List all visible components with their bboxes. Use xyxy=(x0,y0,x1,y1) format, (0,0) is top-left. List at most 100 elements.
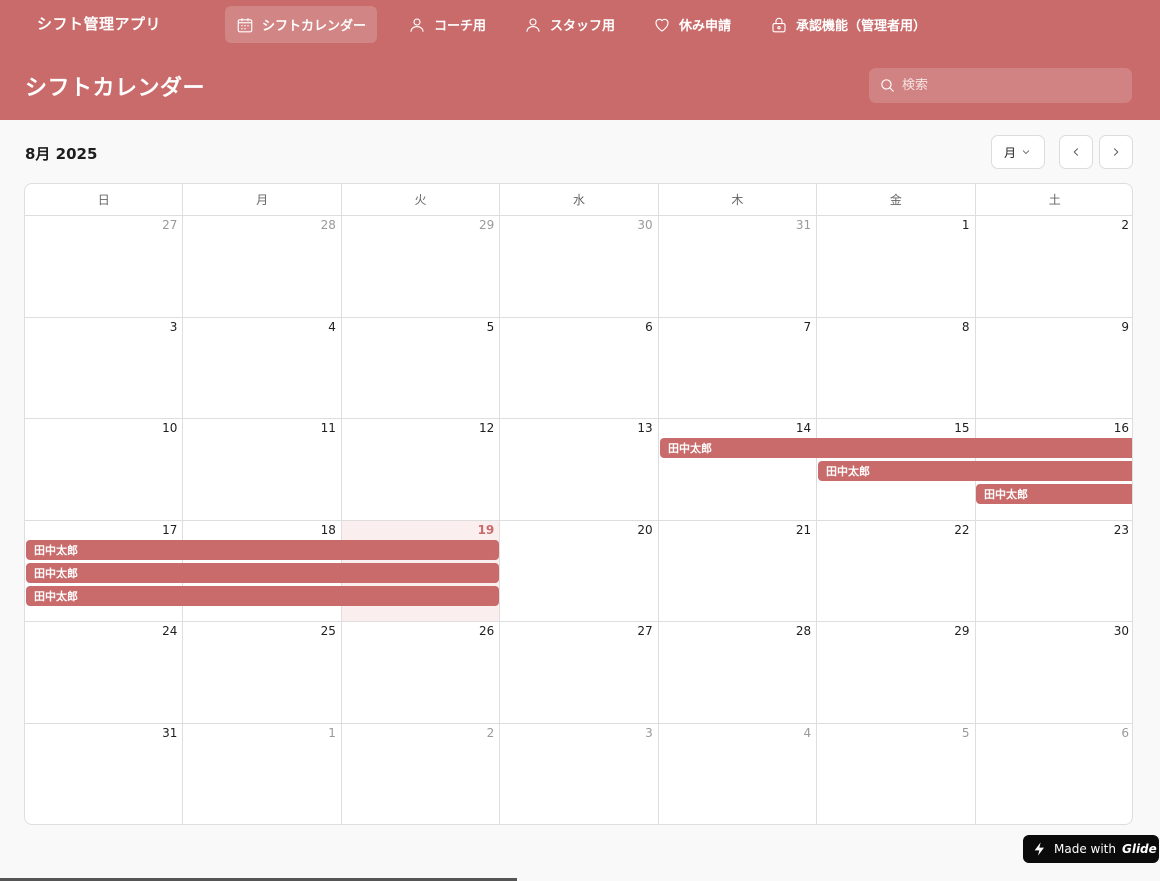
chevron-down-icon xyxy=(1022,150,1030,155)
shift-event[interactable]: 田中太郎 xyxy=(26,563,499,583)
calendar-day-cell[interactable]: 10 xyxy=(25,419,184,521)
view-mode-label: 月 xyxy=(1003,145,1016,160)
chevron-left-icon xyxy=(1073,148,1079,156)
calendar-day-cell[interactable]: 29 xyxy=(341,216,501,318)
calendar-day-cell[interactable]: 28 xyxy=(658,622,818,724)
calendar-day-cell[interactable]: 3 xyxy=(25,317,184,419)
calendar-day-cell[interactable]: 3 xyxy=(500,723,659,824)
day-number: 20 xyxy=(637,522,653,537)
search-input[interactable] xyxy=(902,78,1112,93)
nav-item-label: シフトカレンダー xyxy=(262,19,367,34)
weekday-label: 日 xyxy=(25,184,184,215)
calendar-day-cell[interactable]: 4 xyxy=(659,723,818,824)
month-label: 8月 2025 xyxy=(25,145,98,163)
calendar-day-cell[interactable]: 1 xyxy=(183,723,342,824)
top-navigation: シフト管理アプリ シフトカレンダー コーチ用 スタッフ用 休み申請 承認機能（管… xyxy=(0,0,1160,50)
calendar-day-cell[interactable]: 11 xyxy=(183,419,342,521)
calendar-day-cell[interactable]: 21 xyxy=(658,520,818,622)
day-number: 16 xyxy=(1113,421,1129,435)
weekday-label: 木 xyxy=(659,184,818,215)
day-number: 1 xyxy=(961,218,970,232)
day-number: 25 xyxy=(320,624,336,638)
shift-event[interactable]: 田中太郎 xyxy=(660,438,1132,458)
day-number: 27 xyxy=(162,218,178,232)
nav-item-leave-request[interactable]: 休み申請 xyxy=(642,6,742,43)
day-number: 23 xyxy=(1113,522,1129,537)
calendar-day-cell[interactable]: 26 xyxy=(341,622,501,724)
calendar-day-cell[interactable]: 30 xyxy=(975,622,1132,724)
shift-event[interactable]: 田中太郎 xyxy=(26,540,499,560)
day-number: 31 xyxy=(795,218,812,232)
calendar-day-cell[interactable]: 24 xyxy=(25,622,184,724)
page-title: シフトカレンダー xyxy=(25,76,206,101)
calendar-day-cell[interactable]: 25 xyxy=(183,622,342,724)
bolt-icon xyxy=(1034,842,1044,856)
app-title[interactable]: シフト管理アプリ xyxy=(37,13,161,34)
calendar-day-cell[interactable]: 6 xyxy=(976,724,1132,825)
calendar-day-cell[interactable]: 23 xyxy=(975,521,1132,622)
calendar-day-cell[interactable]: 14 xyxy=(658,419,818,521)
nav-item-approval[interactable]: 承認機能（管理者用） xyxy=(759,6,937,43)
calendar-day-cell[interactable]: 13 xyxy=(500,419,659,521)
day-number: 29 xyxy=(479,218,495,232)
calendar-day-cell[interactable]: 7 xyxy=(658,317,818,419)
nav-item-label: 休み申請 xyxy=(679,19,732,34)
nav-item-label: スタッフ用 xyxy=(550,19,616,34)
day-number: 28 xyxy=(795,624,812,638)
calendar-day-cell[interactable]: 5 xyxy=(341,317,501,419)
search-icon xyxy=(881,79,894,92)
shift-event[interactable]: 田中太郎 xyxy=(818,461,1132,481)
heart-icon xyxy=(655,18,669,32)
day-number: 5 xyxy=(961,725,970,740)
weekday-label: 土 xyxy=(1048,193,1061,207)
person-icon xyxy=(410,17,424,32)
calendar-day-cell[interactable]: 28 xyxy=(183,216,342,318)
calendar-day-cell[interactable]: 31 xyxy=(25,723,184,824)
day-number: 4 xyxy=(328,319,336,334)
day-number: 2 xyxy=(1121,218,1129,232)
calendar-day-cell[interactable]: 27 xyxy=(500,622,659,724)
calendar-day-cell[interactable]: 1 xyxy=(817,216,976,318)
day-number: 31 xyxy=(162,725,178,740)
prev-month-button[interactable] xyxy=(1059,135,1093,169)
day-number: 24 xyxy=(162,624,178,638)
nav-item-shift-calendar[interactable]: シフトカレンダー xyxy=(225,6,378,43)
calendar-day-cell[interactable]: 2 xyxy=(342,723,501,824)
shift-event[interactable]: 田中太郎 xyxy=(26,586,499,606)
calendar-day-cell[interactable]: 20 xyxy=(500,520,659,622)
calendar-day-cell[interactable]: 31 xyxy=(658,216,818,318)
calendar-day-cell[interactable]: 2 xyxy=(975,216,1132,318)
calendar-day-cell[interactable]: 12 xyxy=(341,419,501,521)
weekday-header: 日 月 火 水 木 金 土 xyxy=(25,184,1132,216)
made-with-label: Made with xyxy=(1054,842,1116,856)
day-number: 30 xyxy=(637,218,653,232)
calendar-day-cell[interactable]: 22 xyxy=(817,520,976,622)
day-number: 30 xyxy=(1113,624,1129,638)
day-number: 19 xyxy=(477,522,495,537)
glide-brand-label: Glide xyxy=(1121,842,1157,856)
calendar-day-cell[interactable]: 8 xyxy=(817,317,976,419)
weekday-label: 金 xyxy=(817,184,976,215)
calendar-day-cell[interactable]: 6 xyxy=(500,317,659,419)
calendar-day-cell[interactable]: 4 xyxy=(183,317,342,419)
calendar-day-cell[interactable]: 29 xyxy=(817,622,976,724)
next-month-button[interactable] xyxy=(1099,135,1133,169)
day-number: 11 xyxy=(320,421,336,435)
weekday-label: 月 xyxy=(183,184,342,215)
day-number: 13 xyxy=(637,421,653,435)
page-header: シフトカレンダー xyxy=(0,50,1160,120)
day-number: 5 xyxy=(486,319,495,334)
day-number: 17 xyxy=(162,522,178,537)
calendar-day-cell[interactable]: 5 xyxy=(817,723,976,824)
search-box[interactable] xyxy=(869,68,1132,103)
day-number: 9 xyxy=(1121,319,1129,334)
shift-event[interactable]: 田中太郎 xyxy=(976,484,1132,504)
weekday-label: 水 xyxy=(500,184,659,215)
calendar-day-cell[interactable]: 30 xyxy=(500,216,659,318)
nav-item-staff[interactable]: スタッフ用 xyxy=(513,6,626,43)
calendar-day-cell[interactable]: 9 xyxy=(975,318,1132,419)
nav-item-coach[interactable]: コーチ用 xyxy=(397,6,497,43)
calendar-day-cell[interactable]: 27 xyxy=(25,216,184,318)
view-mode-select[interactable]: 月 xyxy=(991,135,1045,169)
made-with-glide-badge[interactable]: Made with Glide xyxy=(1023,835,1159,863)
